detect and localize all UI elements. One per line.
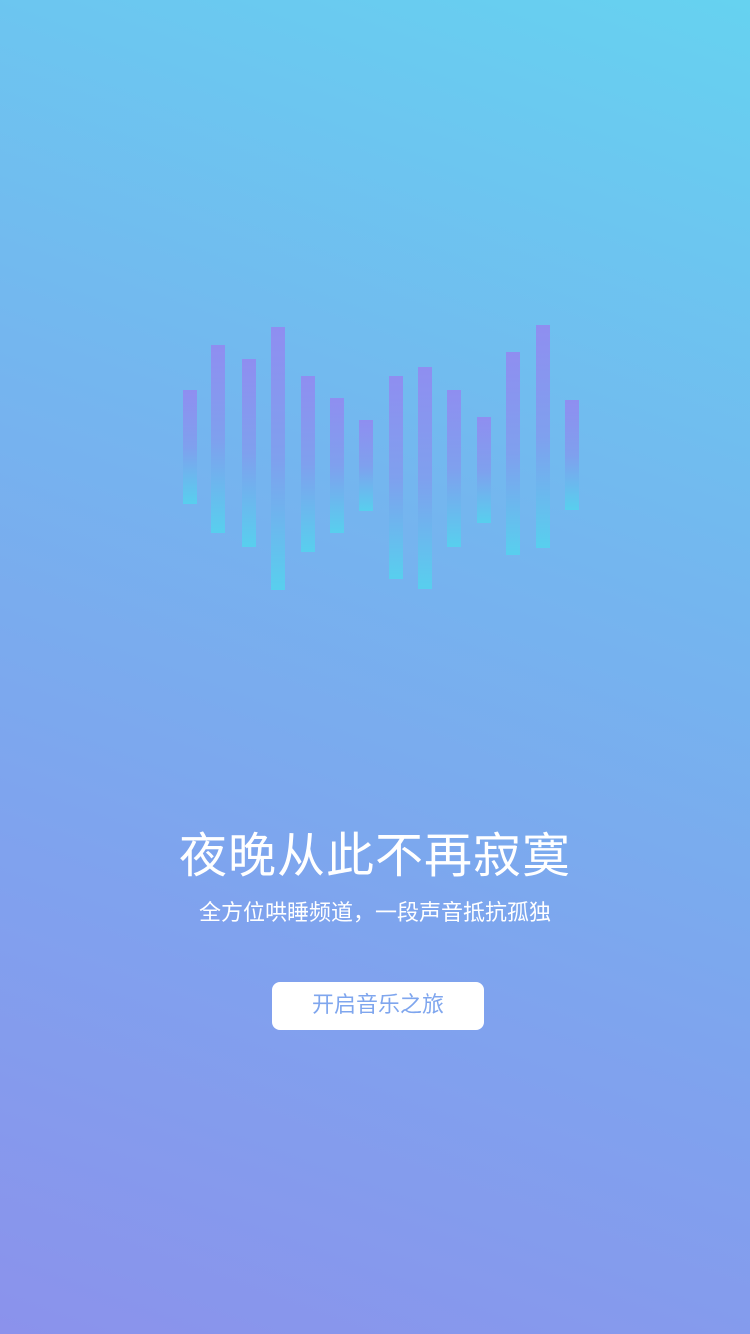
splash-screen: 夜晚从此不再寂寞 全方位哄睡频道，一段声音抵抗孤独 开启音乐之旅	[0, 0, 750, 1334]
sound-waveform-icon	[0, 0, 750, 1334]
waveform-bar	[330, 398, 344, 533]
waveform-bar	[506, 352, 520, 555]
waveform-bar	[359, 420, 373, 511]
start-music-button[interactable]: 开启音乐之旅	[272, 982, 484, 1030]
waveform-bar	[301, 376, 315, 552]
waveform-bar	[418, 367, 432, 589]
waveform-bar	[211, 345, 225, 533]
page-title: 夜晚从此不再寂寞	[178, 828, 571, 884]
waveform-bar	[271, 327, 285, 590]
waveform-bar	[447, 390, 461, 547]
page-subtitle: 全方位哄睡频道，一段声音抵抗孤独	[198, 901, 551, 926]
waveform-bar	[477, 417, 491, 523]
waveform-bar	[242, 359, 256, 547]
waveform-bar	[565, 400, 579, 510]
waveform-bar	[389, 376, 403, 579]
waveform-bar	[536, 325, 550, 548]
waveform-bar	[183, 390, 197, 504]
